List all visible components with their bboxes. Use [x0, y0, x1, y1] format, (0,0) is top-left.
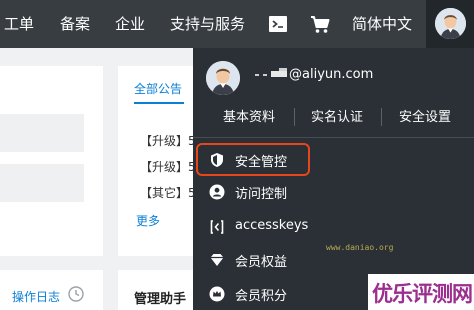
notice-item[interactable]: 【升级】5: [140, 132, 196, 149]
divider: [294, 108, 295, 126]
avatar-button[interactable]: [426, 0, 474, 48]
key-icon: [210, 220, 224, 234]
placeholder-block: [0, 164, 84, 202]
watermark: www.daniao.org: [326, 243, 394, 252]
nav-item-ticket[interactable]: 工单: [4, 0, 34, 48]
menu-item-label: 会员积分: [235, 289, 288, 304]
terminal-icon[interactable]: [268, 12, 288, 36]
site-logo: 优乐评测网: [372, 282, 473, 306]
nav-item-filing[interactable]: 备案: [60, 0, 90, 48]
notice-card: 全部公告 【升级】5 【升级】5 【其它】5 更多: [118, 66, 198, 256]
diamond-icon: [210, 254, 224, 266]
language-switch[interactable]: 简体中文: [352, 0, 412, 48]
account-links: 基本资料 实名认证 安全设置: [193, 102, 474, 130]
overview-card: [0, 66, 103, 256]
menu-item-access-control[interactable]: 访问控制: [193, 179, 474, 205]
menu-item-accesskeys[interactable]: accesskeys: [193, 214, 474, 240]
divider: [381, 108, 382, 126]
tab-all-notices[interactable]: 全部公告: [134, 80, 182, 97]
account-email: @aliyun.com: [289, 67, 374, 82]
link-basic-info[interactable]: 基本资料: [223, 106, 275, 125]
link-real-name-auth[interactable]: 实名认证: [311, 106, 363, 125]
divider: [193, 137, 474, 138]
tab-active-indicator: [134, 102, 184, 104]
menu-item-label: accesskeys: [235, 218, 309, 233]
highlight-box: [196, 143, 310, 176]
manager-assistant-card: 管理助手: [118, 270, 198, 310]
operation-log-card: 操作日志: [0, 270, 103, 310]
user-icon: [209, 184, 225, 200]
top-navigation-bar: 工单 备案 企业 支持与服务 简体中文: [0, 0, 474, 48]
nav-item-enterprise[interactable]: 企业: [115, 0, 145, 48]
link-security-settings[interactable]: 安全设置: [399, 106, 451, 125]
manager-assistant-title: 管理助手: [134, 292, 187, 307]
avatar: [206, 61, 240, 95]
more-link[interactable]: 更多: [136, 212, 160, 229]
menu-item-label: 会员权益: [235, 255, 288, 270]
avatar: [435, 8, 466, 39]
menu-item-label: 访问控制: [235, 187, 288, 202]
notice-item[interactable]: 【升级】5: [140, 158, 196, 175]
nav-item-support[interactable]: 支持与服务: [170, 0, 245, 48]
placeholder-block: [0, 114, 84, 152]
cart-icon[interactable]: [310, 12, 330, 36]
account-dropdown: @aliyun.com 基本资料 实名认证 安全设置 安全管控 访问控制 acc…: [193, 48, 474, 310]
crown-icon: [209, 286, 225, 302]
operation-log-link[interactable]: 操作日志: [12, 288, 60, 305]
clock-icon: [68, 286, 84, 302]
notice-item[interactable]: 【其它】5: [140, 184, 196, 201]
